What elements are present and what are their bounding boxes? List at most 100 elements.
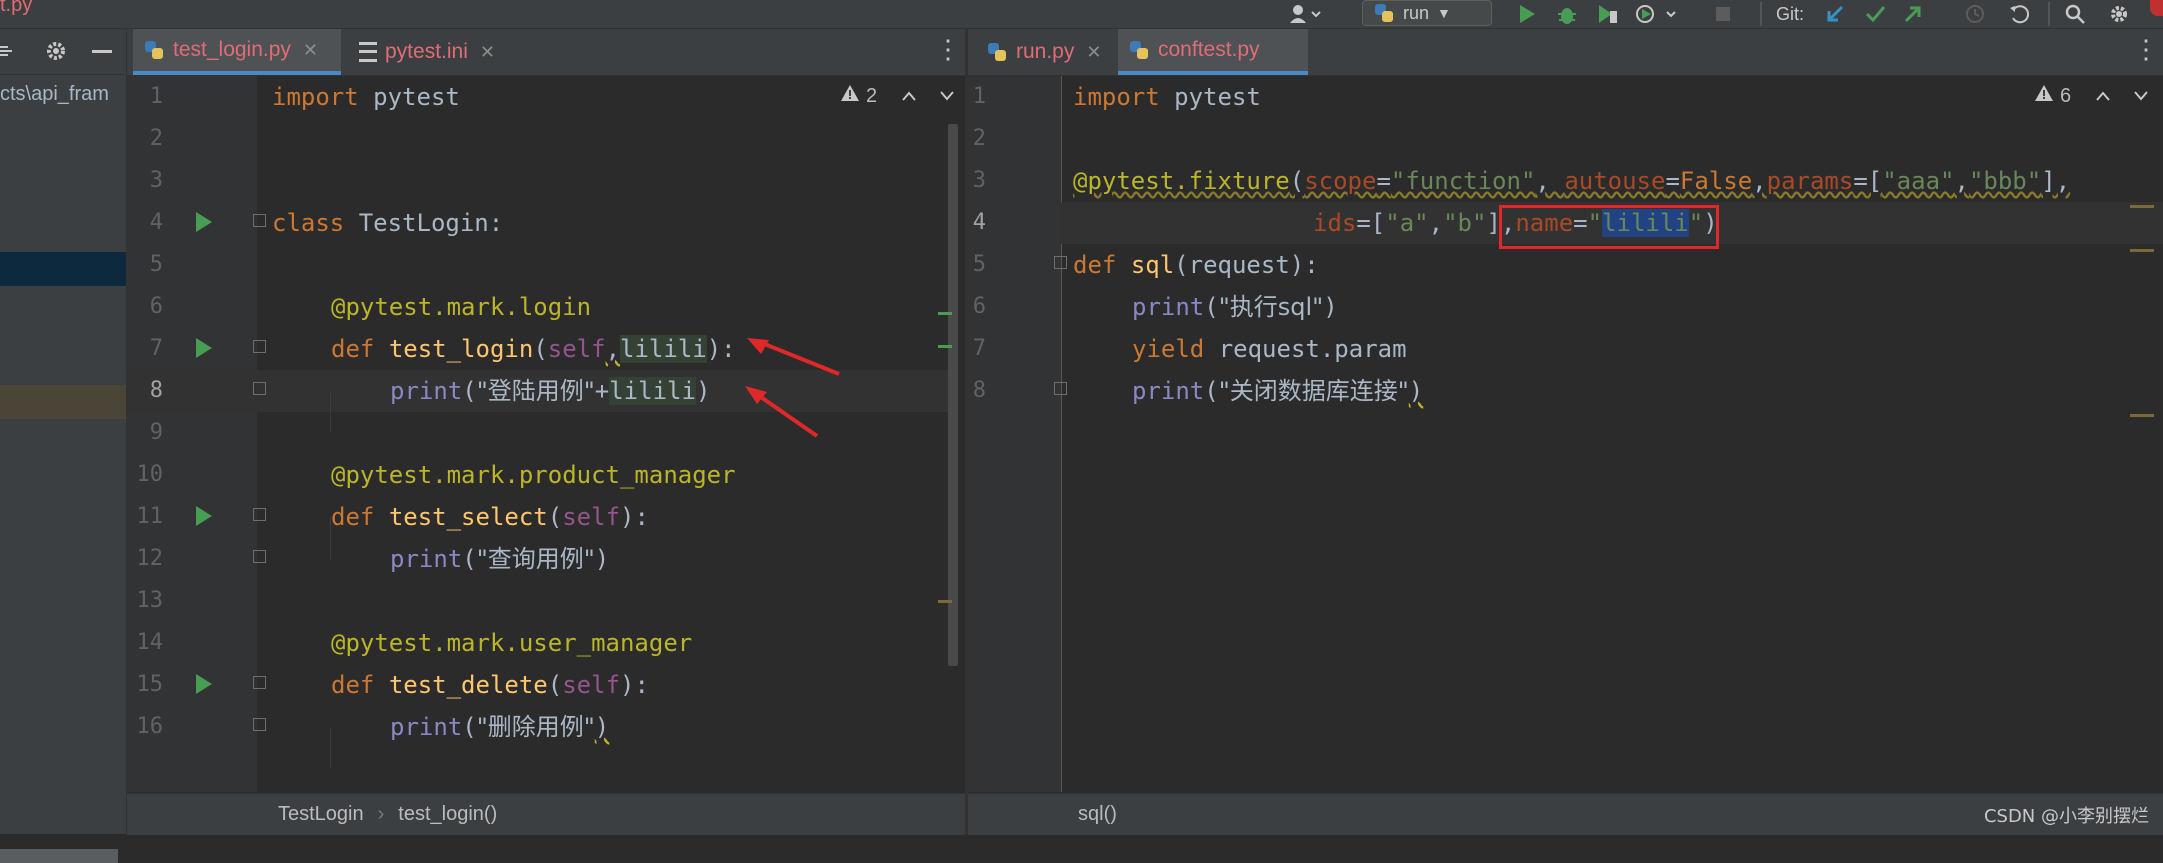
line-number: 5	[972, 252, 986, 277]
code-line-1: import pytest	[1073, 83, 1261, 111]
line-number: 2	[149, 126, 163, 151]
fold-marker-icon[interactable]	[253, 340, 266, 353]
line-number: 13	[136, 588, 164, 613]
tab-label: conftest.py	[1158, 38, 1260, 61]
warning-icon	[2034, 84, 2054, 108]
next-highlight-icon[interactable]	[939, 85, 955, 108]
line-number: 3	[149, 168, 163, 193]
previous-highlight-icon[interactable]	[2095, 85, 2111, 108]
tab-label: test_login.py	[173, 38, 291, 61]
history-icon[interactable]	[1960, 2, 1990, 26]
search-icon[interactable]	[2060, 2, 2090, 26]
code-line-3: @pytest.fixture(scope="function", autous…	[1073, 167, 2071, 195]
git-push-icon[interactable]	[1898, 2, 1928, 26]
fold-marker-icon[interactable]	[253, 382, 266, 395]
line-number: 7	[972, 336, 986, 361]
code-line-1: import pytest	[272, 83, 460, 111]
highlighted-tree-row[interactable]	[0, 385, 126, 419]
collapse-arrow-icon[interactable]	[0, 41, 14, 65]
code-line-7: yield request.param	[1132, 335, 1407, 363]
code-line-11: def test_select(self):	[331, 503, 649, 531]
fold-marker-icon[interactable]	[1054, 382, 1067, 395]
settings-gear-icon[interactable]	[2104, 2, 2134, 26]
line-number: 5	[149, 252, 163, 277]
git-label: Git:	[1775, 3, 1804, 24]
code-line-12: print("查询用例")	[390, 545, 610, 573]
line-number: 6	[972, 294, 986, 319]
line-number: 14	[136, 630, 164, 655]
scrollbar-mark	[2130, 414, 2154, 417]
line-number: 2	[972, 126, 986, 151]
tab-test-login[interactable]: test_login.py ✕	[133, 29, 341, 75]
settings-gear-icon[interactable]	[44, 39, 68, 67]
run-icon[interactable]	[1512, 2, 1542, 26]
run-test-icon[interactable]	[196, 338, 212, 358]
tab-pytest-ini[interactable]: pytest.ini ✕	[349, 29, 509, 75]
code-line-10: @pytest.mark.product_manager	[331, 461, 736, 489]
line-number: 6	[149, 294, 163, 319]
line-number: 12	[136, 546, 164, 571]
code-line-15: def test_delete(self):	[331, 671, 649, 699]
line-number: 9	[149, 420, 163, 445]
project-tool-window: cts\api_fram	[0, 29, 127, 863]
left-code-editor[interactable]: 1 2 3 4 5 6 7 8 9 10 11 12 13 14 15 16 i…	[127, 76, 965, 792]
indent-guide	[330, 391, 331, 433]
run-configuration-selector[interactable]: run ▼	[1362, 0, 1492, 26]
inspection-widget[interactable]: 2	[840, 84, 955, 108]
horizontal-scrollbar[interactable]	[0, 849, 118, 863]
fold-marker-icon[interactable]	[253, 550, 266, 563]
line-number: 1	[149, 84, 163, 109]
line-number: 1	[972, 84, 986, 109]
breadcrumb-method[interactable]: test_login()	[398, 803, 497, 826]
user-account-icon[interactable]	[1283, 2, 1327, 26]
close-icon[interactable]: ✕	[303, 40, 318, 61]
stop-icon[interactable]	[1710, 2, 1736, 26]
more-options-icon[interactable]: ⋮	[935, 37, 961, 63]
fold-marker-icon[interactable]	[253, 508, 266, 521]
rollback-icon[interactable]	[2004, 2, 2034, 26]
run-test-class-icon[interactable]	[196, 212, 212, 232]
code-line-8: print("关闭数据库连接")	[1132, 377, 1424, 405]
close-icon[interactable]: ✕	[480, 42, 495, 63]
fold-marker-icon[interactable]	[1054, 256, 1067, 269]
vertical-scrollbar[interactable]	[948, 124, 958, 666]
inspection-count: 6	[2060, 84, 2072, 107]
breadcrumb-class[interactable]: TestLogin	[278, 803, 364, 826]
scrollbar-mark	[938, 312, 952, 315]
tab-label: pytest.ini	[385, 40, 468, 63]
git-commit-icon[interactable]	[1860, 2, 1890, 26]
tab-run[interactable]: run.py ✕	[976, 29, 1114, 75]
code-line-16: print("删除用例")	[390, 713, 610, 741]
line-number-current: 4	[972, 210, 986, 235]
run-test-icon[interactable]	[196, 506, 212, 526]
breadcrumb-separator-icon: ›	[377, 803, 385, 825]
tab-conftest[interactable]: conftest.py	[1118, 29, 1308, 75]
tab-label: run.py	[1016, 40, 1075, 63]
line-number: 4	[149, 210, 163, 235]
close-icon[interactable]: ✕	[1086, 42, 1101, 63]
ini-file-icon	[359, 42, 377, 62]
warning-icon	[840, 84, 860, 108]
more-options-icon[interactable]: ⋮	[2133, 37, 2159, 63]
debug-icon[interactable]	[1552, 2, 1582, 26]
notification-badge[interactable]	[2150, 0, 2163, 16]
python-file-icon	[1128, 39, 1150, 61]
fold-marker-icon[interactable]	[253, 676, 266, 689]
fold-marker-icon[interactable]	[253, 718, 266, 731]
inspection-widget[interactable]: 6	[2034, 84, 2149, 108]
fold-marker-icon[interactable]	[253, 214, 266, 227]
previous-highlight-icon[interactable]	[901, 85, 917, 108]
scrollbar-mark	[938, 600, 952, 603]
profile-icon[interactable]	[1632, 2, 1682, 26]
git-update-icon[interactable]	[1820, 2, 1850, 26]
code-line-6: @pytest.mark.login	[331, 293, 592, 321]
selected-tree-row[interactable]	[0, 252, 126, 286]
breadcrumb-method[interactable]: sql()	[1078, 803, 1117, 826]
line-number-current: 8	[149, 378, 163, 403]
hide-panel-icon[interactable]	[92, 50, 112, 53]
run-test-icon[interactable]	[196, 674, 212, 694]
next-highlight-icon[interactable]	[2133, 85, 2149, 108]
indent-guide	[330, 727, 331, 769]
run-with-coverage-icon[interactable]	[1592, 2, 1622, 26]
right-code-editor[interactable]: 1 2 3 4 5 6 7 8 import pytest @pytest.fi…	[968, 76, 2163, 792]
